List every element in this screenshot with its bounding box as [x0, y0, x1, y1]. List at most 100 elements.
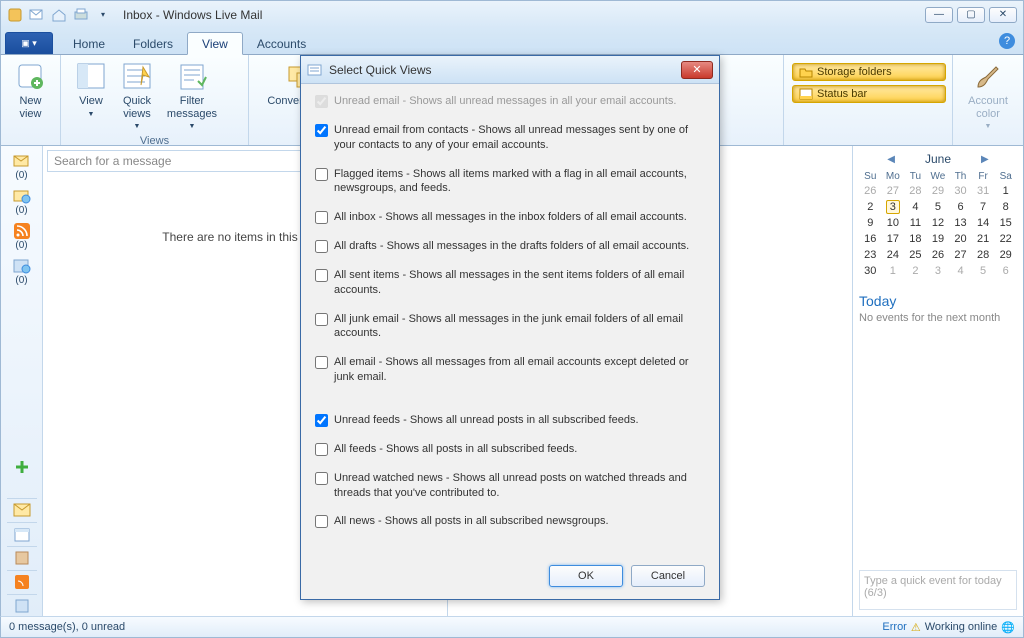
cal-day-cell[interactable]: 2: [859, 199, 882, 215]
dialog-titlebar[interactable]: Select Quick Views ✕: [301, 56, 719, 84]
cal-day-cell[interactable]: 6: [949, 199, 972, 215]
file-menu-button[interactable]: ▣ ▾: [5, 32, 53, 54]
quick-view-option[interactable]: All inbox - Shows all messages in the in…: [315, 210, 705, 225]
cal-day-cell[interactable]: 9: [859, 215, 882, 231]
nav-calendar[interactable]: [7, 522, 37, 544]
sidebar-unread-mail[interactable]: (0): [7, 152, 37, 181]
account-color-button[interactable]: Account color▼: [961, 59, 1015, 133]
quick-view-option[interactable]: Unread watched news - Shows all unread p…: [315, 471, 705, 501]
cal-day-cell[interactable]: 19: [927, 231, 950, 247]
minimize-button[interactable]: —: [925, 7, 953, 23]
quick-view-option[interactable]: Unread email from contacts - Shows all u…: [315, 123, 705, 153]
cal-day-cell[interactable]: 25: [904, 247, 927, 263]
cal-day-cell[interactable]: 30: [859, 263, 882, 279]
new-view-button[interactable]: New view: [9, 59, 52, 122]
sidebar-news[interactable]: (0): [7, 257, 37, 286]
quick-view-option[interactable]: All news - Shows all posts in all subscr…: [315, 514, 705, 529]
quick-view-checkbox[interactable]: [315, 356, 328, 369]
home-icon[interactable]: [51, 7, 67, 23]
quick-view-option[interactable]: All junk email - Shows all messages in t…: [315, 312, 705, 342]
quick-view-checkbox[interactable]: [315, 472, 328, 485]
cal-day-cell[interactable]: 14: [972, 215, 995, 231]
quick-view-checkbox[interactable]: [315, 313, 328, 326]
cal-day-cell[interactable]: 3: [927, 263, 950, 279]
cal-day-cell[interactable]: 3: [882, 199, 905, 215]
cal-day-cell[interactable]: 26: [927, 247, 950, 263]
cal-day-cell[interactable]: 11: [904, 215, 927, 231]
status-error-link[interactable]: Error: [882, 621, 906, 633]
tab-view[interactable]: View: [187, 32, 243, 55]
sidebar-add[interactable]: [7, 458, 37, 476]
storage-folders-toggle[interactable]: Storage folders: [792, 63, 946, 81]
tab-folders[interactable]: Folders: [119, 33, 187, 54]
nav-mail[interactable]: [7, 498, 37, 520]
quick-view-checkbox[interactable]: [315, 168, 328, 181]
maximize-button[interactable]: ▢: [957, 7, 985, 23]
cal-day-cell[interactable]: 23: [859, 247, 882, 263]
cal-day-cell[interactable]: 7: [972, 199, 995, 215]
view-button[interactable]: View▼: [69, 59, 113, 121]
quick-view-checkbox[interactable]: [315, 515, 328, 528]
nav-contacts[interactable]: [7, 546, 37, 568]
quick-view-option[interactable]: All sent items - Shows all messages in t…: [315, 268, 705, 298]
quick-view-checkbox[interactable]: [315, 124, 328, 137]
quick-event-input[interactable]: Type a quick event for today (6/3): [859, 570, 1017, 610]
cal-day-cell[interactable]: 28: [904, 183, 927, 199]
quick-view-option[interactable]: All drafts - Shows all messages in the d…: [315, 239, 705, 254]
cal-day-cell[interactable]: 15: [994, 215, 1017, 231]
help-icon[interactable]: ?: [999, 33, 1015, 49]
cancel-button[interactable]: Cancel: [631, 565, 705, 587]
cal-day-cell[interactable]: 30: [949, 183, 972, 199]
dialog-close-button[interactable]: ✕: [681, 61, 713, 79]
status-bar-toggle[interactable]: Status bar: [792, 85, 946, 103]
print-icon[interactable]: [73, 7, 89, 23]
cal-day-cell[interactable]: 12: [927, 215, 950, 231]
quick-views-button[interactable]: Quick views▼: [113, 59, 161, 133]
cal-day-cell[interactable]: 18: [904, 231, 927, 247]
cal-day-cell[interactable]: 20: [949, 231, 972, 247]
app-menu-icon[interactable]: [7, 7, 23, 23]
sidebar-feeds[interactable]: (0): [7, 222, 37, 251]
cal-prev-button[interactable]: ◀: [887, 154, 895, 165]
nav-feeds[interactable]: [7, 570, 37, 592]
cal-day-cell[interactable]: 6: [994, 263, 1017, 279]
cal-day-cell[interactable]: 24: [882, 247, 905, 263]
cal-day-cell[interactable]: 1: [994, 183, 1017, 199]
filter-messages-button[interactable]: Filter messages▼: [161, 59, 223, 133]
cal-day-cell[interactable]: 29: [927, 183, 950, 199]
quick-view-option[interactable]: All feeds - Shows all posts in all subsc…: [315, 442, 705, 457]
cal-day-cell[interactable]: 17: [882, 231, 905, 247]
cal-day-cell[interactable]: 31: [972, 183, 995, 199]
qat-dropdown-icon[interactable]: ▾: [95, 7, 111, 23]
quick-view-checkbox[interactable]: [315, 414, 328, 427]
cal-day-cell[interactable]: 26: [859, 183, 882, 199]
nav-newsgroups[interactable]: [7, 594, 37, 616]
cal-day-cell[interactable]: 4: [949, 263, 972, 279]
tab-home[interactable]: Home: [59, 33, 119, 54]
cal-next-button[interactable]: ▶: [981, 154, 989, 165]
cal-day-cell[interactable]: 10: [882, 215, 905, 231]
cal-day-cell[interactable]: 2: [904, 263, 927, 279]
quick-view-option[interactable]: All email - Shows all messages from all …: [315, 355, 705, 385]
close-button[interactable]: ✕: [989, 7, 1017, 23]
cal-day-cell[interactable]: 27: [949, 247, 972, 263]
quick-view-checkbox[interactable]: [315, 211, 328, 224]
quick-view-checkbox[interactable]: [315, 443, 328, 456]
quick-view-checkbox[interactable]: [315, 269, 328, 282]
cal-day-cell[interactable]: 4: [904, 199, 927, 215]
cal-day-cell[interactable]: 21: [972, 231, 995, 247]
cal-day-cell[interactable]: 16: [859, 231, 882, 247]
tab-accounts[interactable]: Accounts: [243, 33, 320, 54]
ok-button[interactable]: OK: [549, 565, 623, 587]
cal-day-cell[interactable]: 29: [994, 247, 1017, 263]
cal-day-cell[interactable]: 28: [972, 247, 995, 263]
cal-day-cell[interactable]: 27: [882, 183, 905, 199]
sidebar-unread-contacts[interactable]: (0): [7, 187, 37, 216]
calendar-grid[interactable]: SuMoTuWeThFrSa26272829303112345678910111…: [859, 170, 1017, 279]
quick-view-option[interactable]: Unread feeds - Shows all unread posts in…: [315, 413, 705, 428]
cal-day-cell[interactable]: 1: [882, 263, 905, 279]
cal-day-cell[interactable]: 22: [994, 231, 1017, 247]
cal-day-cell[interactable]: 8: [994, 199, 1017, 215]
cal-day-cell[interactable]: 5: [927, 199, 950, 215]
cal-day-cell[interactable]: 5: [972, 263, 995, 279]
